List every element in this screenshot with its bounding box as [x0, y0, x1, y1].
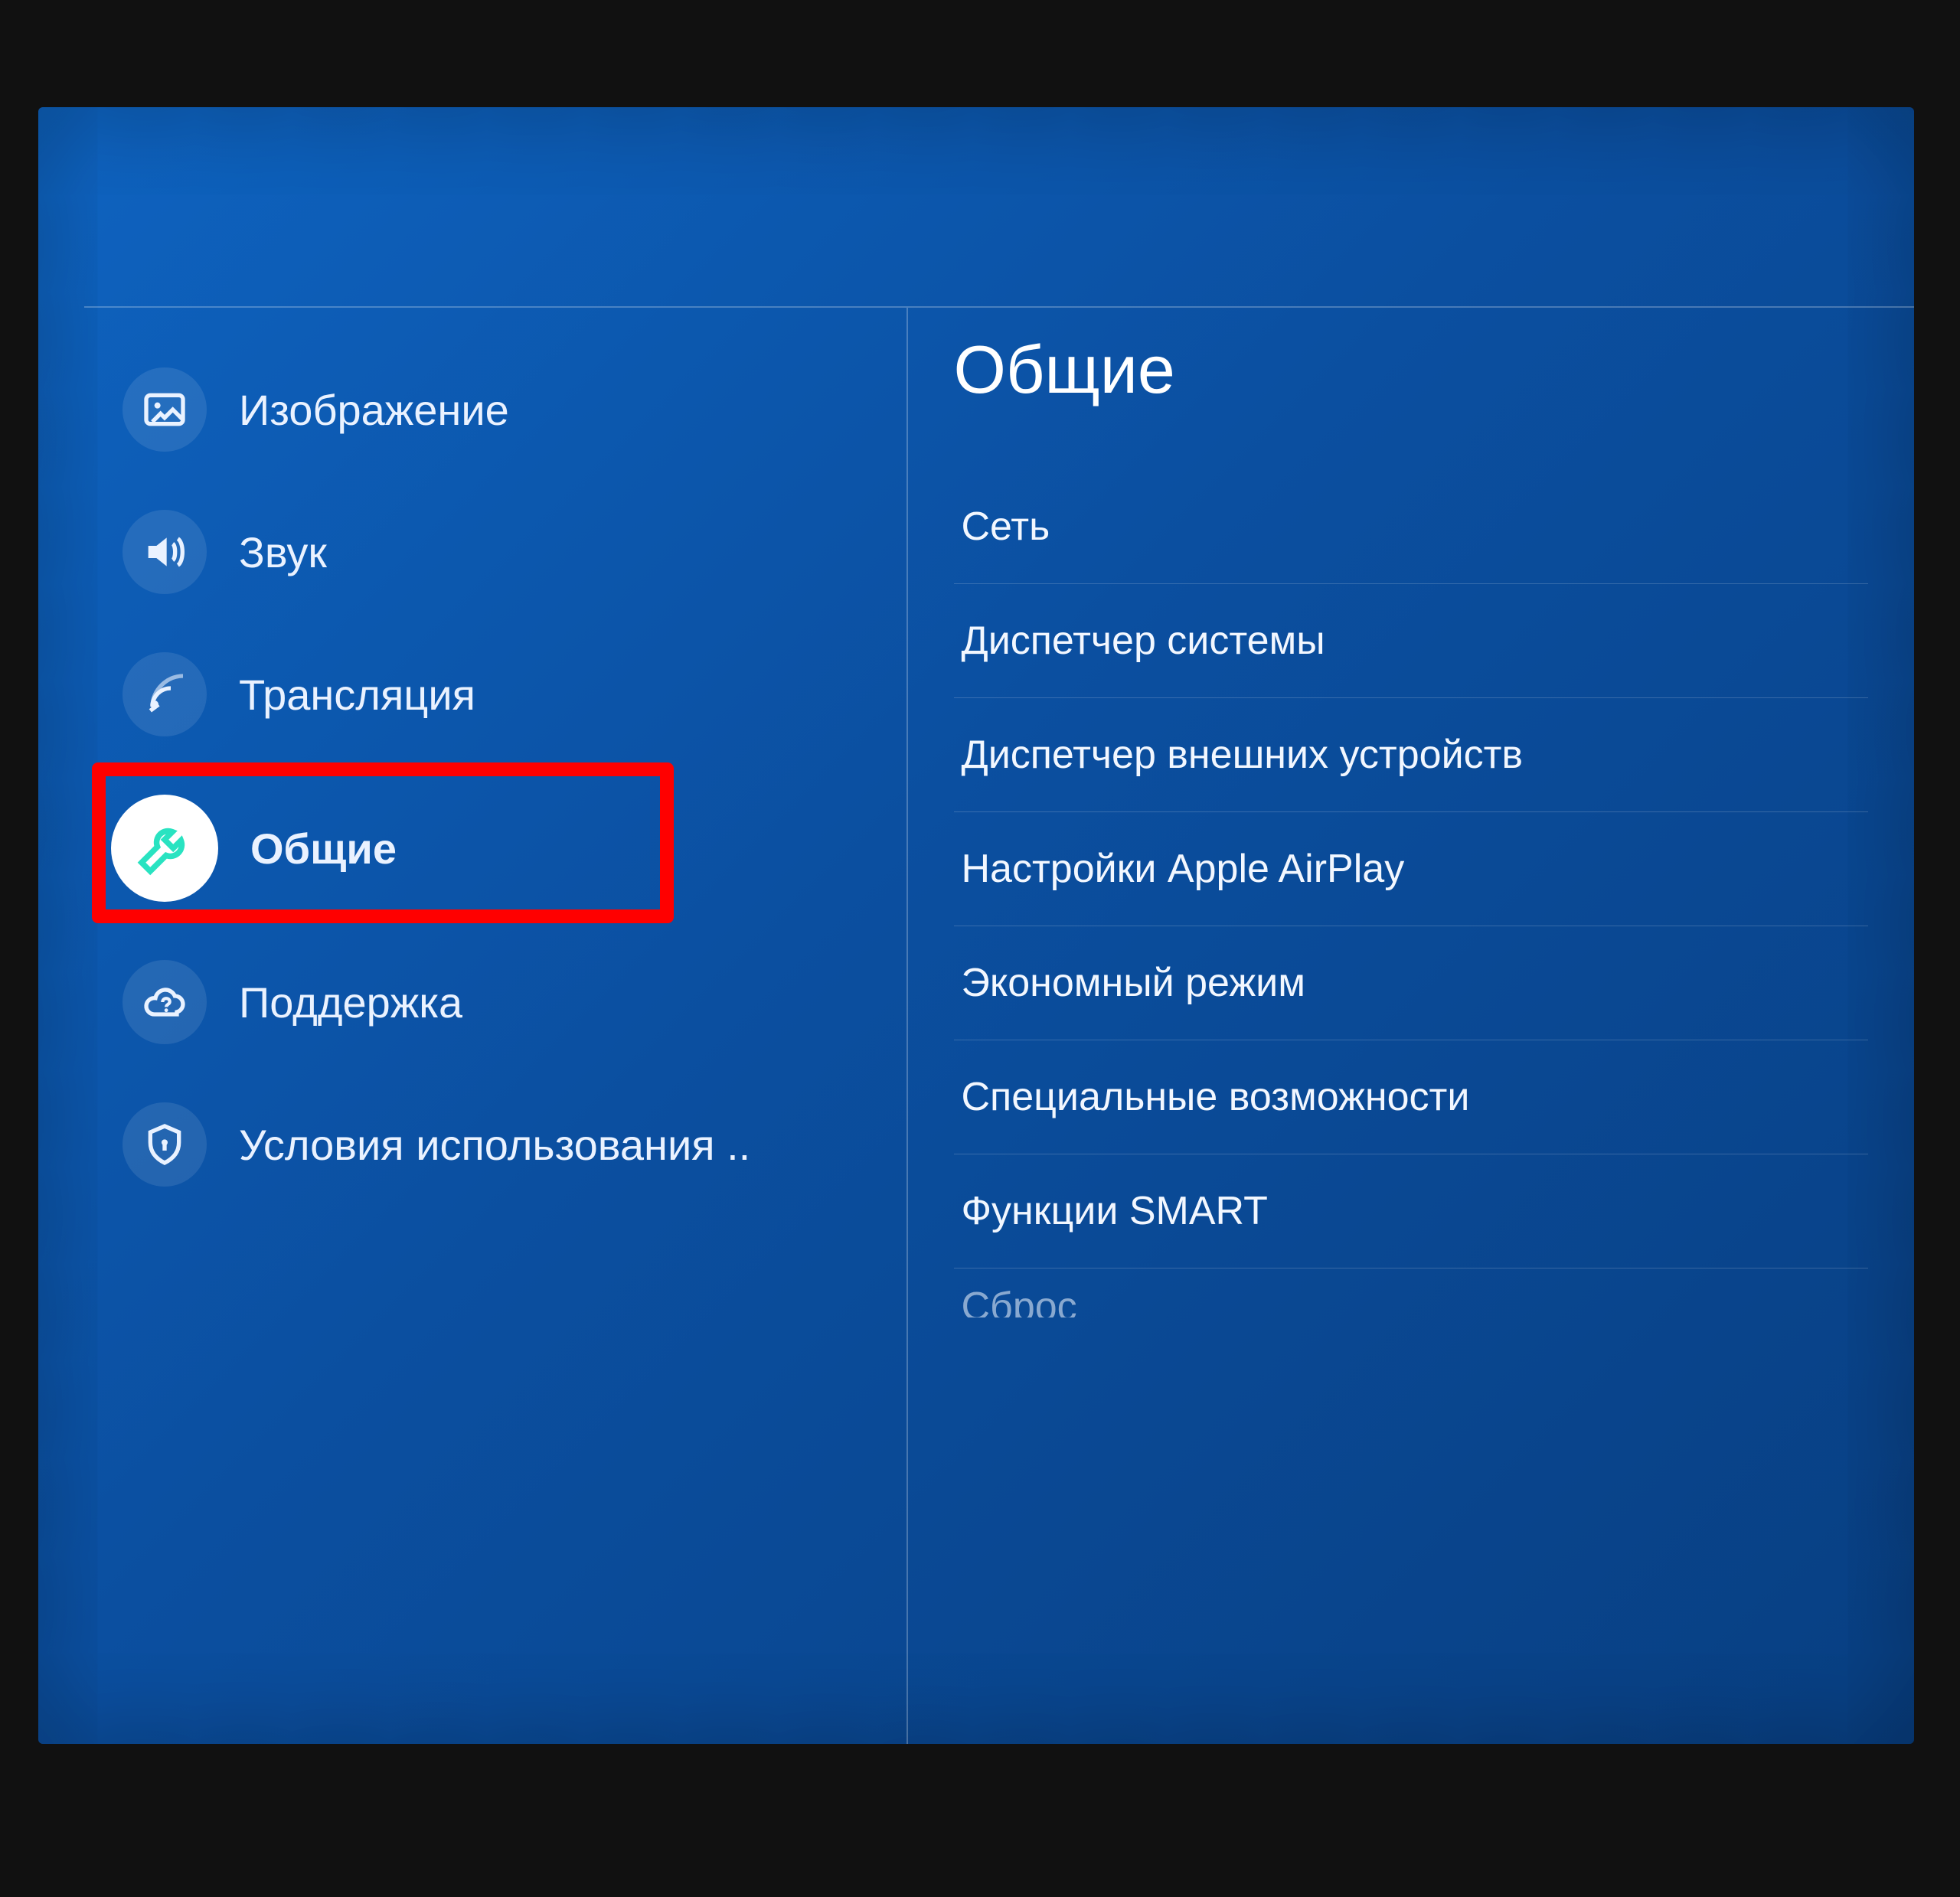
content-item-system-manager[interactable]: Диспетчер системы: [954, 584, 1869, 698]
content-item-eco-mode[interactable]: Экономный режим: [954, 926, 1869, 1040]
tv-frame: Изображение Звук: [0, 0, 1960, 1897]
satellite-icon: [122, 652, 207, 736]
sidebar-item-terms[interactable]: Условия использования ..: [84, 1073, 906, 1216]
content-item-network[interactable]: Сеть: [954, 470, 1869, 584]
sidebar-item-label: Звук: [239, 527, 327, 577]
content-item-apple-airplay[interactable]: Настройки Apple AirPlay: [954, 812, 1869, 926]
shield-icon: [122, 1102, 207, 1187]
sidebar-item-broadcast[interactable]: Трансляция: [84, 623, 906, 766]
sidebar-item-label: Изображение: [239, 385, 509, 435]
settings-sidebar: Изображение Звук: [84, 308, 908, 1744]
content-title: Общие: [954, 331, 1869, 409]
content-list: Сеть Диспетчер системы Диспетчер внешних…: [954, 470, 1869, 1317]
settings-panel: Изображение Звук: [84, 306, 1914, 1744]
settings-content: Общие Сеть Диспетчер системы Диспетчер в…: [908, 308, 1915, 1744]
sidebar-item-label: Трансляция: [239, 670, 475, 720]
tv-screen: Изображение Звук: [38, 107, 1914, 1744]
speaker-icon: [122, 510, 207, 594]
sidebar-item-label: Поддержка: [239, 978, 462, 1027]
wrench-icon: [111, 795, 218, 902]
content-item-accessibility[interactable]: Специальные возможности: [954, 1040, 1869, 1154]
sidebar-item-label: Условия использования ..: [239, 1120, 750, 1170]
image-icon: [122, 367, 207, 452]
sidebar-item-support[interactable]: Поддержка: [84, 931, 906, 1073]
sidebar-item-general[interactable]: Общие: [84, 766, 906, 931]
content-item-external-device-manager[interactable]: Диспетчер внешних устройств: [954, 698, 1869, 812]
sidebar-item-picture[interactable]: Изображение: [84, 338, 906, 481]
sidebar-item-sound[interactable]: Звук: [84, 481, 906, 623]
cloud-question-icon: [122, 960, 207, 1044]
content-item-reset[interactable]: Сброс: [954, 1268, 1869, 1317]
sidebar-item-label: Общие: [250, 824, 397, 873]
content-item-smart-functions[interactable]: Функции SMART: [954, 1154, 1869, 1268]
